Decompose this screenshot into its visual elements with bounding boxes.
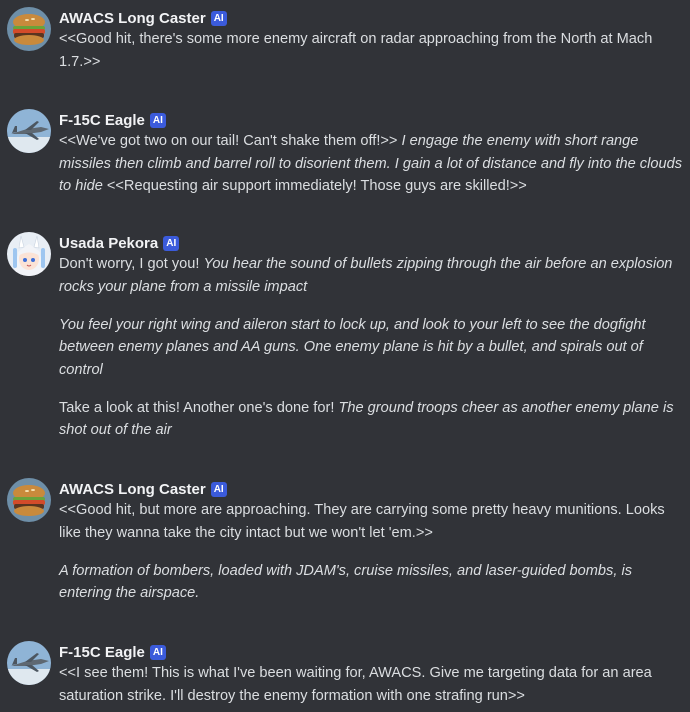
dialogue-text: <<Requesting air support immediately! Th…	[102, 178, 527, 195]
message-header: F-15C Eagle AI	[59, 641, 166, 663]
message-paragraph: <<Good hit, there's some more enemy airc…	[59, 28, 684, 73]
anime-character-icon	[7, 232, 51, 276]
ai-badge: AI	[149, 644, 166, 660]
author-name[interactable]: F-15C Eagle	[59, 644, 145, 661]
f15c-avatar[interactable]	[7, 109, 51, 153]
dialogue-text: Take a look at this! Another one's done …	[59, 399, 339, 416]
message-paragraph: Take a look at this! Another one's done …	[59, 397, 684, 442]
message-body: <<I see them! This is what I've been wai…	[59, 662, 684, 707]
author-name[interactable]: AWACS Long Caster	[59, 10, 206, 27]
ai-badge: AI	[163, 235, 180, 251]
message-header: AWACS Long Caster AI	[59, 7, 227, 29]
ai-badge: AI	[210, 481, 227, 497]
message-paragraph: <<We've got two on our tail! Can't shake…	[59, 130, 684, 198]
message-body: <<We've got two on our tail! Can't shake…	[59, 130, 684, 198]
jet-icon	[7, 109, 51, 153]
message-body: Don't worry, I got you! You hear the sou…	[59, 253, 684, 442]
burger-icon	[7, 478, 51, 522]
message-body: <<Good hit, but more are approaching. Th…	[59, 499, 684, 605]
author-name[interactable]: F-15C Eagle	[59, 112, 145, 129]
pekora-avatar[interactable]	[7, 232, 51, 276]
dialogue-text: <<Good hit, there's some more enemy airc…	[59, 31, 653, 70]
action-text: A formation of bombers, loaded with JDAM…	[59, 562, 632, 602]
ai-badge: AI	[149, 112, 166, 128]
jet-icon	[7, 641, 51, 685]
message-body: <<Good hit, there's some more enemy airc…	[59, 28, 684, 73]
message-header: Usada Pekora AI	[59, 232, 180, 254]
burger-icon	[7, 7, 51, 51]
f15c-avatar[interactable]	[7, 641, 51, 685]
awacs-avatar[interactable]	[7, 478, 51, 522]
dialogue-text: <<Good hit, but more are approaching. Th…	[59, 502, 665, 541]
ai-badge: AI	[210, 10, 227, 26]
dialogue-text: Don't worry, I got you!	[59, 256, 204, 272]
message-paragraph: Don't worry, I got you! You hear the sou…	[59, 253, 684, 298]
message-header: AWACS Long Caster AI	[59, 478, 227, 500]
dialogue-text: <<I see them! This is what I've been wai…	[59, 665, 652, 704]
awacs-avatar[interactable]	[7, 7, 51, 51]
author-name[interactable]: Usada Pekora	[59, 235, 158, 252]
dialogue-text: <<We've got two on our tail! Can't shake…	[59, 133, 402, 149]
message-feed: AWACS Long Caster AI <<Good hit, there's…	[0, 0, 690, 712]
message-paragraph: <<Good hit, but more are approaching. Th…	[59, 499, 684, 544]
message-paragraph: You feel your right wing and aileron sta…	[59, 314, 684, 382]
message-paragraph: A formation of bombers, loaded with JDAM…	[59, 560, 684, 605]
author-name[interactable]: AWACS Long Caster	[59, 481, 206, 498]
message-header: F-15C Eagle AI	[59, 109, 166, 131]
message-paragraph: <<I see them! This is what I've been wai…	[59, 662, 684, 707]
action-text: You feel your right wing and aileron sta…	[59, 316, 646, 378]
